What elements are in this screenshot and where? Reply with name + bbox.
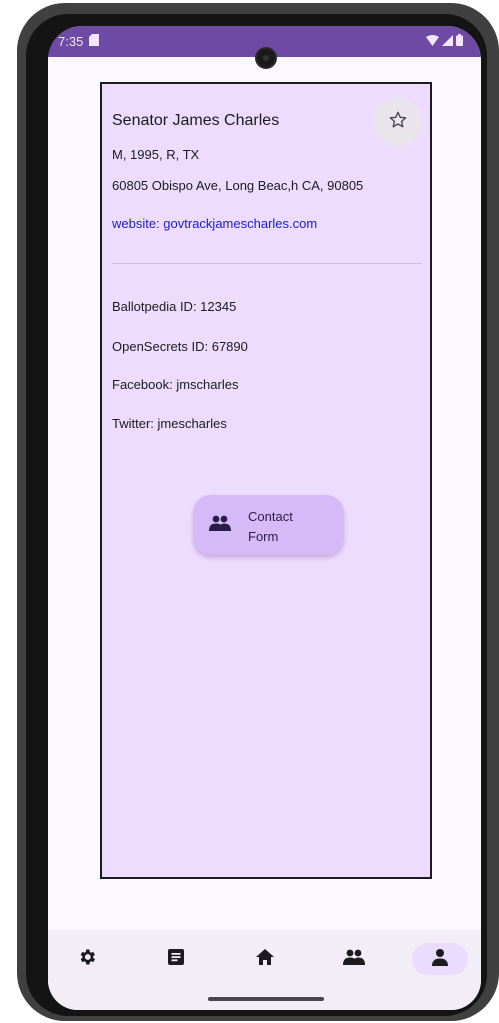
home-icon xyxy=(255,947,275,972)
person-icon xyxy=(431,948,449,971)
website-link[interactable]: website: govtrackjamescharles.com xyxy=(112,216,317,231)
wifi-icon xyxy=(426,34,439,49)
divider xyxy=(112,263,422,264)
ballotpedia-id: Ballotpedia ID: 12345 xyxy=(112,299,237,314)
representative-name: Senator James Charles xyxy=(112,112,280,129)
signal-icon xyxy=(442,34,453,49)
nav-profile[interactable] xyxy=(412,943,468,975)
sd-card-icon xyxy=(89,34,100,49)
front-camera xyxy=(255,47,277,69)
nav-settings[interactable] xyxy=(59,943,115,975)
nav-documents[interactable] xyxy=(148,943,204,975)
contact-form-label: Contact Form xyxy=(248,507,328,547)
facebook-handle: Facebook: jmscharles xyxy=(112,377,239,392)
contact-form-label-line1: Contact xyxy=(248,509,293,524)
nav-home[interactable] xyxy=(237,943,293,975)
document-icon xyxy=(166,947,186,972)
nav-representatives[interactable] xyxy=(326,943,382,975)
gear-icon xyxy=(77,947,97,972)
star-icon xyxy=(388,110,408,135)
people-icon xyxy=(343,949,365,970)
favorite-button[interactable] xyxy=(374,98,422,146)
screen: 7:35 Senator James Charles M, 1995, R, T… xyxy=(48,26,481,1010)
opensecrets-id: OpenSecrets ID: 67890 xyxy=(112,339,248,354)
contact-form-label-line2: Form xyxy=(248,529,279,544)
battery-icon xyxy=(456,34,463,49)
representative-address: 60805 Obispo Ave, Long Beac,h CA, 90805 xyxy=(112,178,364,193)
home-gesture-bar[interactable] xyxy=(208,997,324,1001)
twitter-handle: Twitter: jmescharles xyxy=(112,416,227,431)
representative-details: M, 1995, R, TX xyxy=(112,147,200,162)
contact-form-button[interactable]: Contact Form xyxy=(193,495,344,555)
status-time: 7:35 xyxy=(58,34,84,49)
people-icon xyxy=(209,515,231,536)
representative-card: Senator James Charles M, 1995, R, TX 608… xyxy=(100,82,432,879)
